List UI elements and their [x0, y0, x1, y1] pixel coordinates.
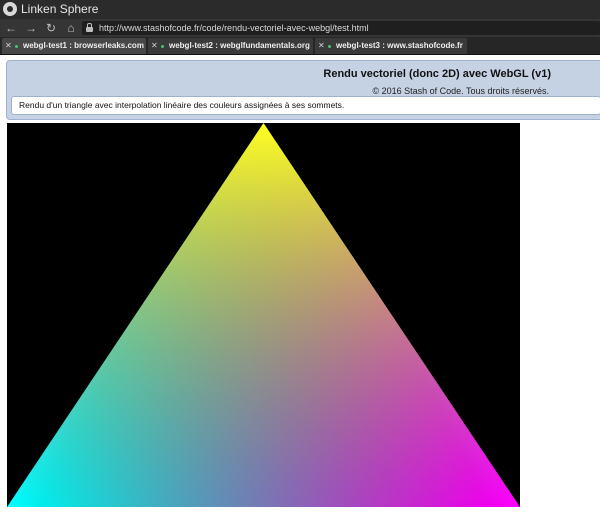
tab-label: webgl-test3 : www.stashofcode.fr — [336, 41, 463, 50]
webgl-canvas[interactable] — [7, 123, 520, 507]
tab-webgl-test2[interactable]: ✕ webgl-test2 : webglfundamentals.org — [148, 38, 313, 54]
window-title: Linken Sphere — [21, 2, 99, 16]
home-icon[interactable]: ⌂ — [63, 20, 79, 36]
sphere-logo-icon — [3, 2, 17, 16]
tab-status-dot-icon — [15, 45, 18, 48]
page-title: Rendu vectoriel (donc 2D) avec WebGL (v1… — [323, 68, 551, 80]
close-icon[interactable]: ✕ — [151, 38, 158, 54]
description-text: Rendu d'un triangle avec interpolation l… — [19, 100, 345, 110]
navigation-bar: ← → ↻ ⌂ http://www.stashofcode.fr/code/r… — [0, 19, 600, 37]
description-box: Rendu d'un triangle avec interpolation l… — [11, 96, 600, 115]
window-title-bar: Linken Sphere — [0, 0, 600, 19]
reload-icon[interactable]: ↻ — [43, 20, 59, 36]
header-panel: Rendu vectoriel (donc 2D) avec WebGL (v1… — [6, 60, 600, 120]
tab-label: webgl-test2 : webglfundamentals.org — [169, 41, 310, 50]
copyright-text: © 2016 Stash of Code. Tous droits réserv… — [372, 86, 549, 96]
address-bar[interactable]: http://www.stashofcode.fr/code/rendu-vec… — [82, 21, 600, 35]
tab-webgl-test3[interactable]: ✕ webgl-test3 : www.stashofcode.fr — [315, 38, 467, 54]
tab-label: webgl-test1 : browserleaks.com — [23, 41, 144, 50]
close-icon[interactable]: ✕ — [5, 38, 12, 54]
tab-bar: ✕ webgl-test1 : browserleaks.com ✕ webgl… — [0, 37, 600, 55]
url-text[interactable]: http://www.stashofcode.fr/code/rendu-vec… — [99, 22, 369, 34]
arrow-right-icon[interactable]: → — [23, 20, 39, 36]
lock-icon — [86, 23, 93, 32]
tab-status-dot-icon — [328, 45, 331, 48]
page-content: Rendu vectoriel (donc 2D) avec WebGL (v1… — [0, 55, 600, 524]
tab-status-dot-icon — [161, 45, 164, 48]
tab-webgl-test1[interactable]: ✕ webgl-test1 : browserleaks.com — [2, 38, 146, 54]
arrow-left-icon[interactable]: ← — [3, 20, 19, 36]
close-icon[interactable]: ✕ — [318, 38, 325, 54]
